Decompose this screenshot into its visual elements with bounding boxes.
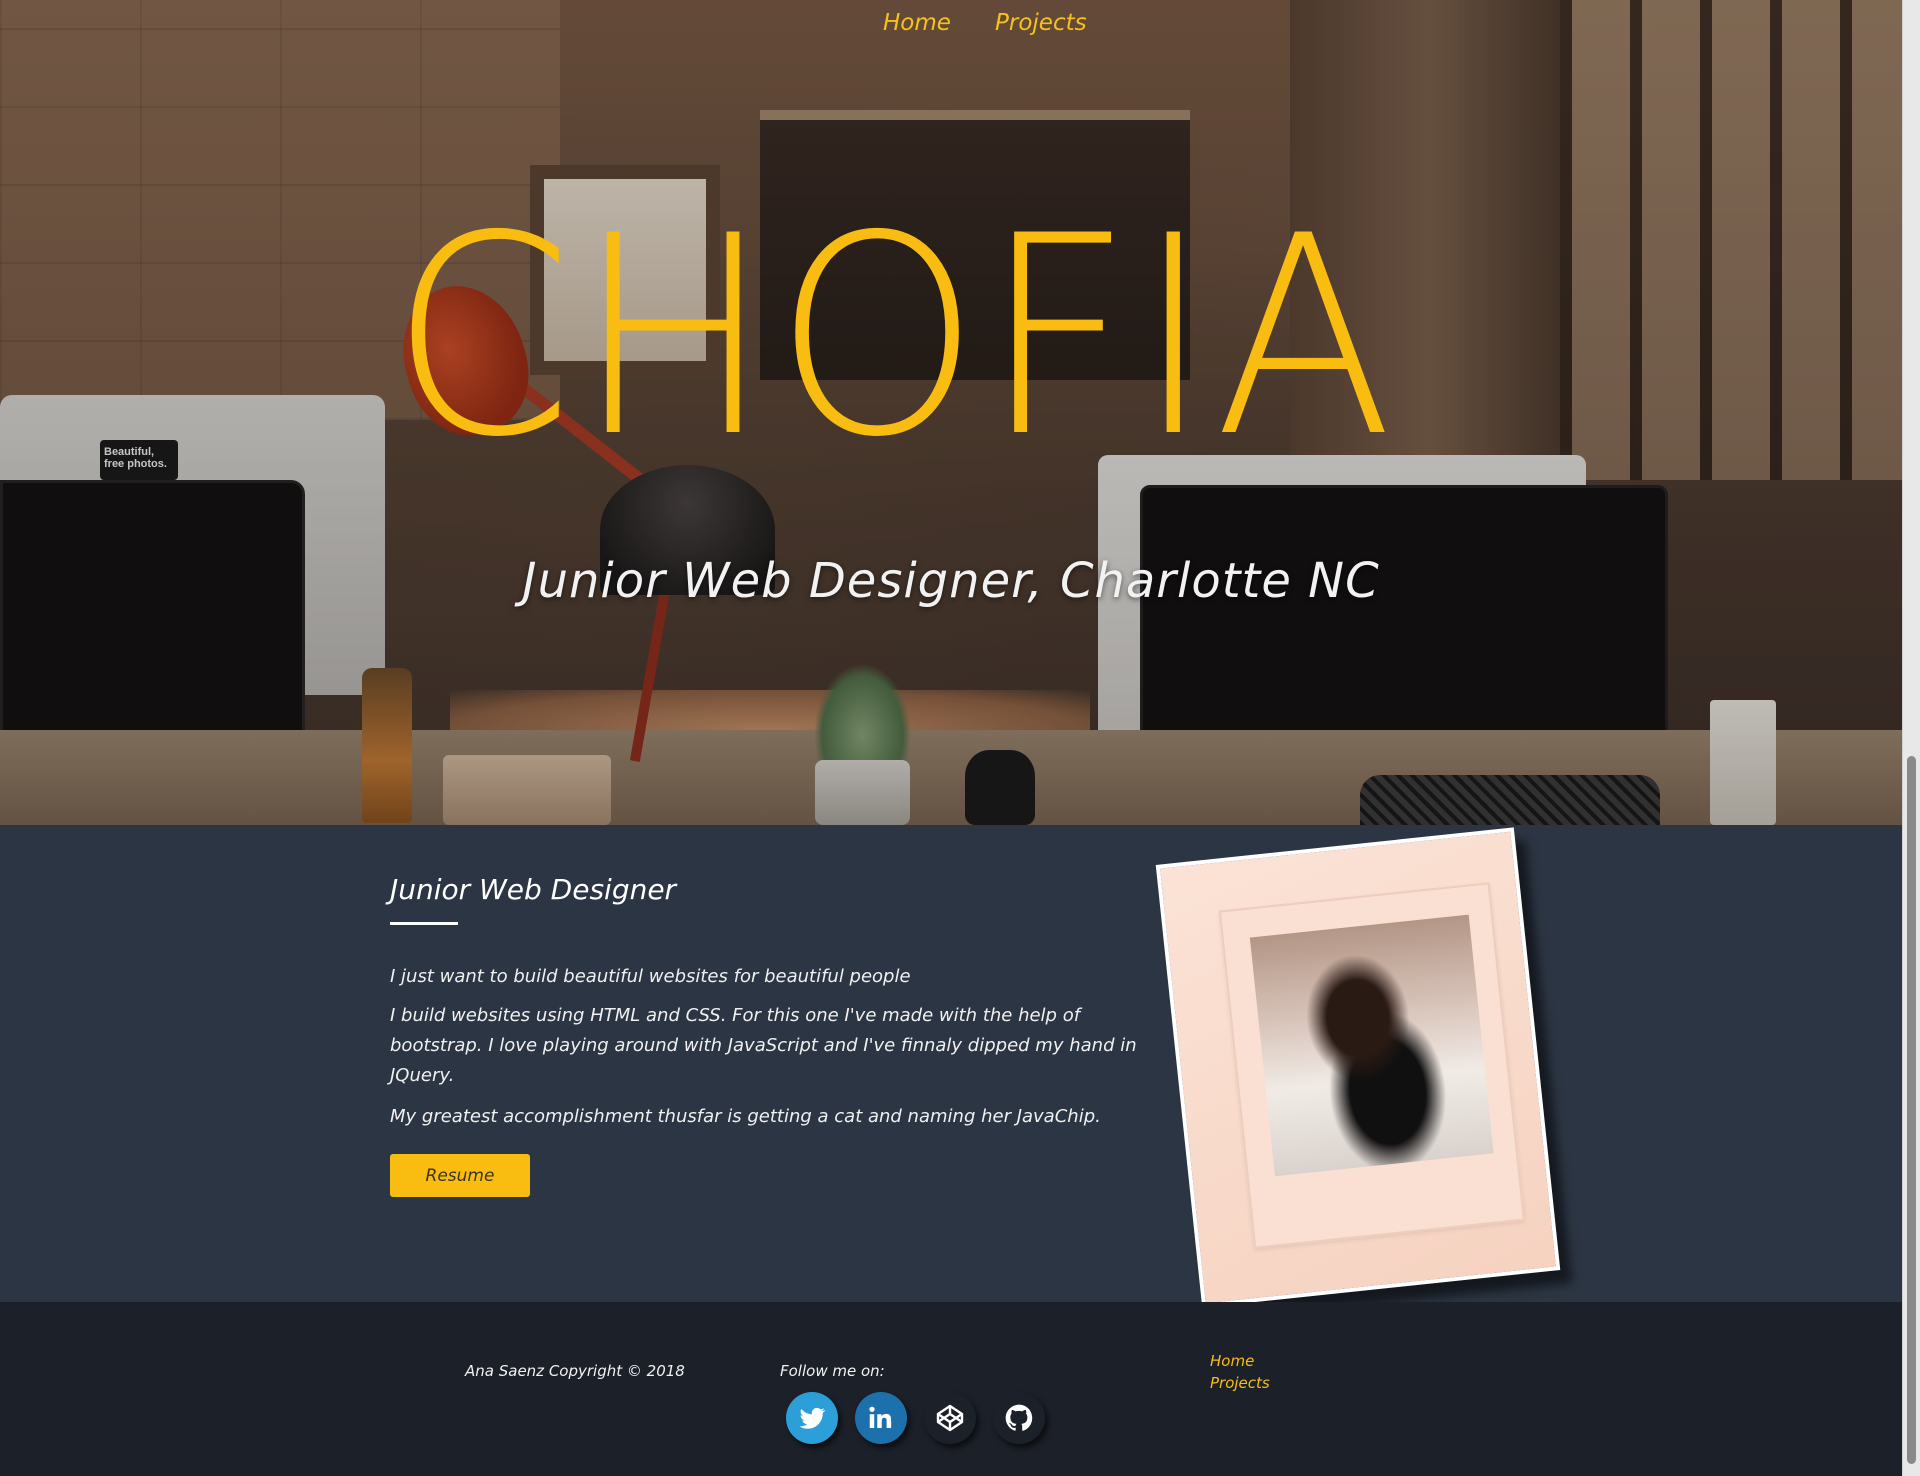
heading-underline [390, 922, 458, 925]
github-icon[interactable] [993, 1392, 1045, 1444]
resume-button[interactable]: Resume [390, 1154, 530, 1197]
codepen-icon[interactable] [924, 1392, 976, 1444]
hero-section: Beautiful, free photos. Home Projects CH… [0, 0, 1902, 825]
linkedin-icon[interactable] [855, 1392, 907, 1444]
footer-projects-link[interactable]: Projects [1210, 1374, 1270, 1392]
about-paragraph-2: I build websites using HTML and CSS. For… [390, 1005, 1137, 1086]
polaroid-inner-print [1218, 882, 1525, 1249]
scrollbar-thumb[interactable] [1907, 756, 1916, 1464]
nav-projects-link[interactable]: Projects [995, 10, 1087, 36]
about-paragraph-1: I just want to build beautiful websites … [390, 966, 911, 987]
polaroid-photo-frame [1155, 827, 1561, 1308]
nav-home-link[interactable]: Home [883, 10, 951, 36]
hero-subtitle: Junior Web Designer, Charlotte NC [522, 553, 1380, 609]
top-nav: Home Projects [0, 0, 1902, 55]
vertical-scrollbar[interactable] [1902, 0, 1920, 1476]
about-paragraph-3: My greatest accomplishment thusfar is ge… [390, 1106, 1101, 1127]
about-section: Junior Web Designer I just want to build… [0, 825, 1902, 1302]
twitter-icon[interactable] [786, 1392, 838, 1444]
follow-label: Follow me on: [780, 1362, 885, 1380]
hero-title: CHOFIA [390, 176, 1396, 498]
profile-photo [1249, 914, 1494, 1177]
about-heading: Junior Web Designer [390, 873, 677, 906]
copyright-text: Ana Saenz Copyright © 2018 [465, 1362, 685, 1380]
footer: Ana Saenz Copyright © 2018 Follow me on:… [0, 1302, 1902, 1476]
footer-home-link[interactable]: Home [1210, 1352, 1254, 1370]
